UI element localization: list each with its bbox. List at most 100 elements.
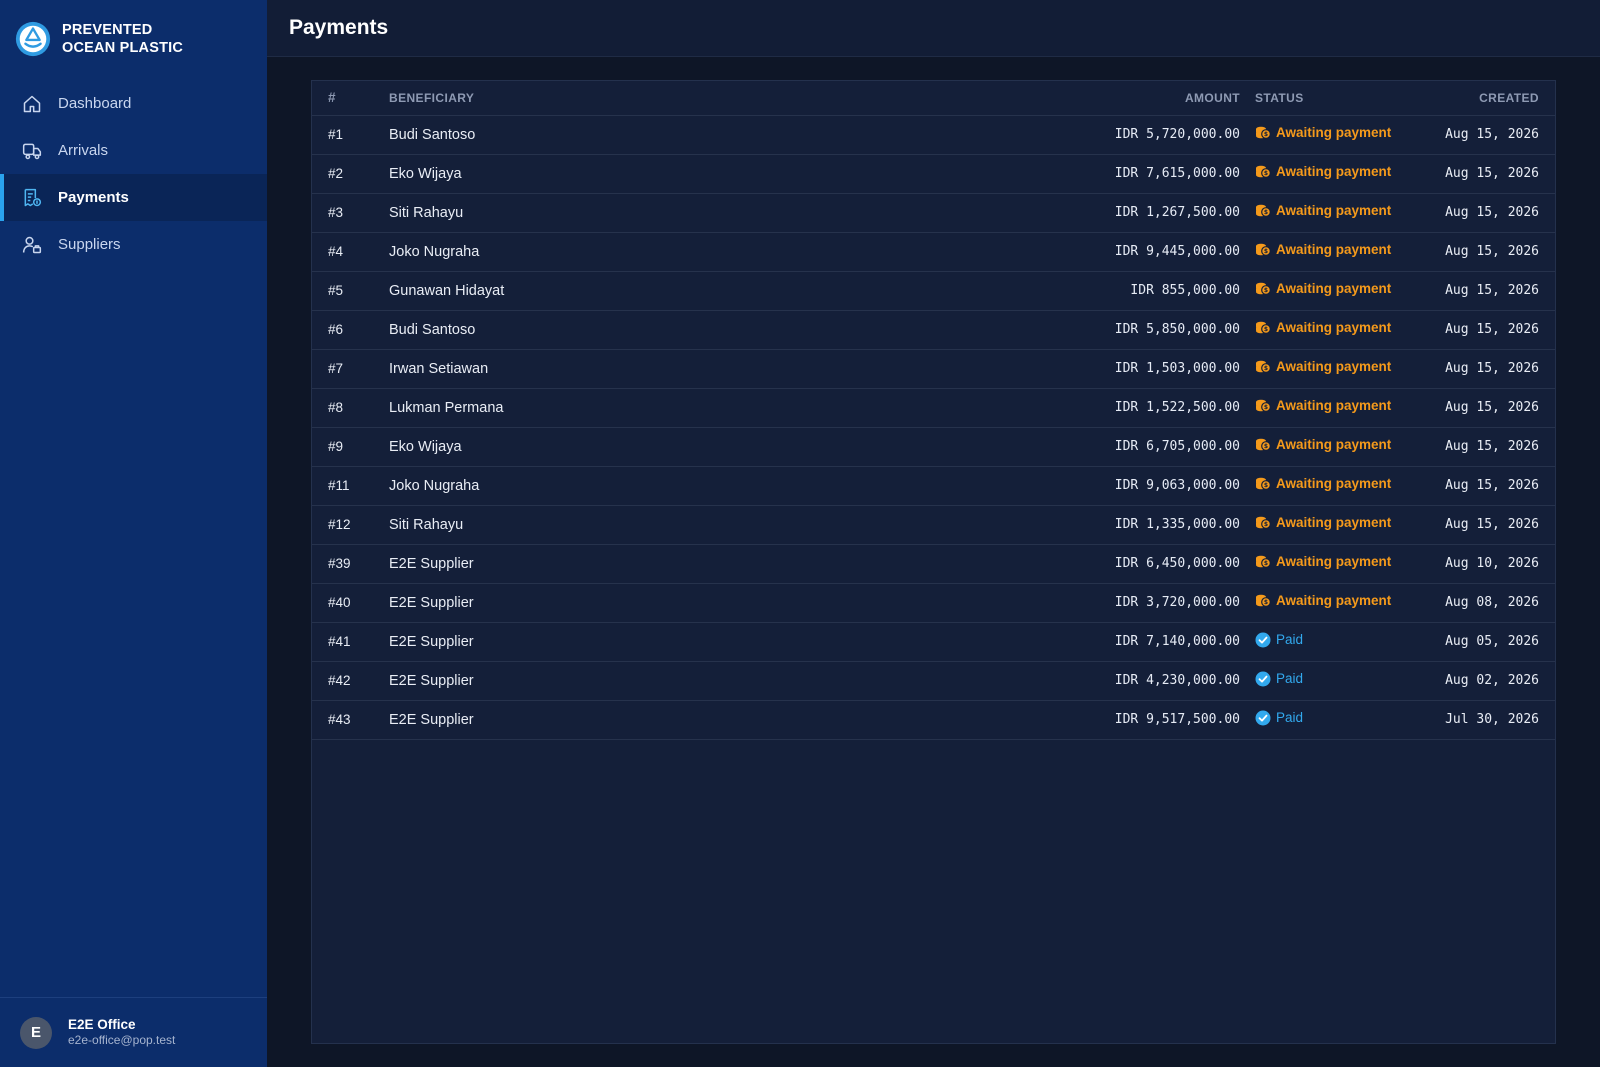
column-header-status[interactable]: STATUS — [1255, 81, 1425, 116]
payment-amount: IDR 7,140,000.00 — [1015, 622, 1255, 662]
status-cell: $ Awaiting payment — [1255, 583, 1425, 623]
coins-icon: $ — [1255, 281, 1271, 297]
beneficiary-name: Budi Santoso — [389, 310, 1015, 350]
brand-name: PREVENTED OCEAN PLASTIC — [62, 22, 184, 56]
column-header-id[interactable]: # — [312, 81, 389, 116]
user-name: E2E Office — [68, 1017, 136, 1032]
sidebar-item-label: Suppliers — [58, 236, 121, 253]
payment-id: #12 — [312, 505, 389, 545]
user-profile[interactable]: E E2E Office e2e-office@pop.test — [0, 997, 267, 1067]
coins-icon: $ — [1255, 476, 1271, 492]
status-label: Awaiting payment — [1276, 359, 1392, 374]
payment-amount: IDR 855,000.00 — [1015, 271, 1255, 311]
status-cell: $ Awaiting payment — [1255, 154, 1425, 194]
status-cell: Paid — [1255, 700, 1425, 740]
beneficiary-name: E2E Supplier — [389, 700, 1015, 740]
avatar: E — [20, 1016, 52, 1049]
coins-icon: $ — [1255, 593, 1271, 609]
payment-amount: IDR 7,615,000.00 — [1015, 154, 1255, 194]
payment-id: #3 — [312, 193, 389, 233]
status-cell: $ Awaiting payment — [1255, 232, 1425, 272]
table-row[interactable]: #42 E2E Supplier IDR 4,230,000.00 Paid A… — [312, 661, 1555, 701]
status-cell: $ Awaiting payment — [1255, 388, 1425, 428]
status-badge: Paid — [1255, 710, 1303, 726]
user-info: E2E Office e2e-office@pop.test — [68, 1017, 175, 1048]
payment-amount: IDR 3,720,000.00 — [1015, 583, 1255, 623]
status-label: Awaiting payment — [1276, 554, 1392, 569]
table-row[interactable]: #12 Siti Rahayu IDR 1,335,000.00 $ Await… — [312, 505, 1555, 545]
table-row[interactable]: #2 Eko Wijaya IDR 7,615,000.00 $ Awaitin… — [312, 154, 1555, 194]
table-row[interactable]: #8 Lukman Permana IDR 1,522,500.00 $ Awa… — [312, 388, 1555, 428]
status-badge: $ Awaiting payment — [1255, 164, 1391, 180]
check-circle-icon — [1255, 632, 1271, 648]
table-row[interactable]: #6 Budi Santoso IDR 5,850,000.00 $ Await… — [312, 310, 1555, 350]
table-row[interactable]: #1 Budi Santoso IDR 5,720,000.00 $ Await… — [312, 115, 1555, 155]
status-label: Awaiting payment — [1276, 515, 1392, 530]
payments-table: # BENEFICIARY AMOUNT STATUS CREATED #1 B… — [312, 81, 1555, 740]
created-date: Aug 15, 2026 — [1425, 466, 1555, 506]
table-row[interactable]: #39 E2E Supplier IDR 6,450,000.00 $ Awai… — [312, 544, 1555, 584]
sidebar-item-payments[interactable]: Payments — [0, 174, 267, 221]
table-row[interactable]: #4 Joko Nugraha IDR 9,445,000.00 $ Await… — [312, 232, 1555, 272]
sidebar-item-suppliers[interactable]: Suppliers — [0, 221, 267, 268]
payment-amount: IDR 6,705,000.00 — [1015, 427, 1255, 467]
payment-amount: IDR 4,230,000.00 — [1015, 661, 1255, 701]
sidebar-item-dashboard[interactable]: Dashboard — [0, 80, 267, 127]
svg-text:$: $ — [1264, 287, 1268, 294]
status-badge: $ Awaiting payment — [1255, 515, 1391, 531]
sidebar-item-arrivals[interactable]: Arrivals — [0, 127, 267, 174]
table-row[interactable]: #5 Gunawan Hidayat IDR 855,000.00 $ Awai… — [312, 271, 1555, 311]
created-date: Aug 10, 2026 — [1425, 544, 1555, 584]
table-row[interactable]: #3 Siti Rahayu IDR 1,267,500.00 $ Awaiti… — [312, 193, 1555, 233]
payment-id: #2 — [312, 154, 389, 194]
created-date: Aug 15, 2026 — [1425, 115, 1555, 155]
created-date: Aug 15, 2026 — [1425, 232, 1555, 272]
svg-text:$: $ — [1264, 599, 1268, 606]
beneficiary-name: Lukman Permana — [389, 388, 1015, 428]
svg-text:$: $ — [1264, 482, 1268, 489]
column-header-created[interactable]: CREATED — [1425, 81, 1555, 116]
created-date: Aug 15, 2026 — [1425, 505, 1555, 545]
status-label: Awaiting payment — [1276, 320, 1392, 335]
supplier-icon — [21, 234, 43, 256]
beneficiary-name: E2E Supplier — [389, 661, 1015, 701]
created-date: Aug 15, 2026 — [1425, 388, 1555, 428]
payment-id: #43 — [312, 700, 389, 740]
coins-icon: $ — [1255, 398, 1271, 414]
table-row[interactable]: #7 Irwan Setiawan IDR 1,503,000.00 $ Awa… — [312, 349, 1555, 389]
brand[interactable]: PREVENTED OCEAN PLASTIC — [0, 0, 267, 78]
status-badge: $ Awaiting payment — [1255, 281, 1391, 297]
status-badge: $ Awaiting payment — [1255, 125, 1391, 141]
sidebar-item-label: Dashboard — [58, 95, 132, 112]
beneficiary-name: E2E Supplier — [389, 583, 1015, 623]
content: # BENEFICIARY AMOUNT STATUS CREATED #1 B… — [267, 57, 1600, 1044]
truck-icon — [21, 140, 43, 162]
svg-text:$: $ — [1264, 365, 1268, 372]
table-row[interactable]: #11 Joko Nugraha IDR 9,063,000.00 $ Awai… — [312, 466, 1555, 506]
table-row[interactable]: #40 E2E Supplier IDR 3,720,000.00 $ Awai… — [312, 583, 1555, 623]
payment-id: #42 — [312, 661, 389, 701]
status-cell: Paid — [1255, 661, 1425, 701]
status-label: Paid — [1276, 671, 1304, 686]
coins-icon: $ — [1255, 515, 1271, 531]
svg-text:$: $ — [1264, 248, 1268, 255]
table-row[interactable]: #43 E2E Supplier IDR 9,517,500.00 Paid J… — [312, 700, 1555, 740]
column-header-amount[interactable]: AMOUNT — [1015, 81, 1255, 116]
table-header-row: # BENEFICIARY AMOUNT STATUS CREATED — [312, 81, 1555, 116]
status-badge: $ Awaiting payment — [1255, 398, 1391, 414]
app-root: PREVENTED OCEAN PLASTIC Dashboard Arriva… — [0, 0, 1600, 1067]
svg-text:$: $ — [1264, 404, 1268, 411]
check-circle-icon — [1255, 671, 1271, 687]
table-row[interactable]: #41 E2E Supplier IDR 7,140,000.00 Paid A… — [312, 622, 1555, 662]
beneficiary-name: Budi Santoso — [389, 115, 1015, 155]
column-header-beneficiary[interactable]: BENEFICIARY — [389, 81, 1015, 116]
status-badge: $ Awaiting payment — [1255, 242, 1391, 258]
status-badge: $ Awaiting payment — [1255, 593, 1391, 609]
beneficiary-name: Irwan Setiawan — [389, 349, 1015, 389]
beneficiary-name: Eko Wijaya — [389, 154, 1015, 194]
status-cell: $ Awaiting payment — [1255, 271, 1425, 311]
status-badge: Paid — [1255, 671, 1303, 687]
status-label: Paid — [1276, 710, 1304, 725]
table-row[interactable]: #9 Eko Wijaya IDR 6,705,000.00 $ Awaitin… — [312, 427, 1555, 467]
created-date: Aug 08, 2026 — [1425, 583, 1555, 623]
